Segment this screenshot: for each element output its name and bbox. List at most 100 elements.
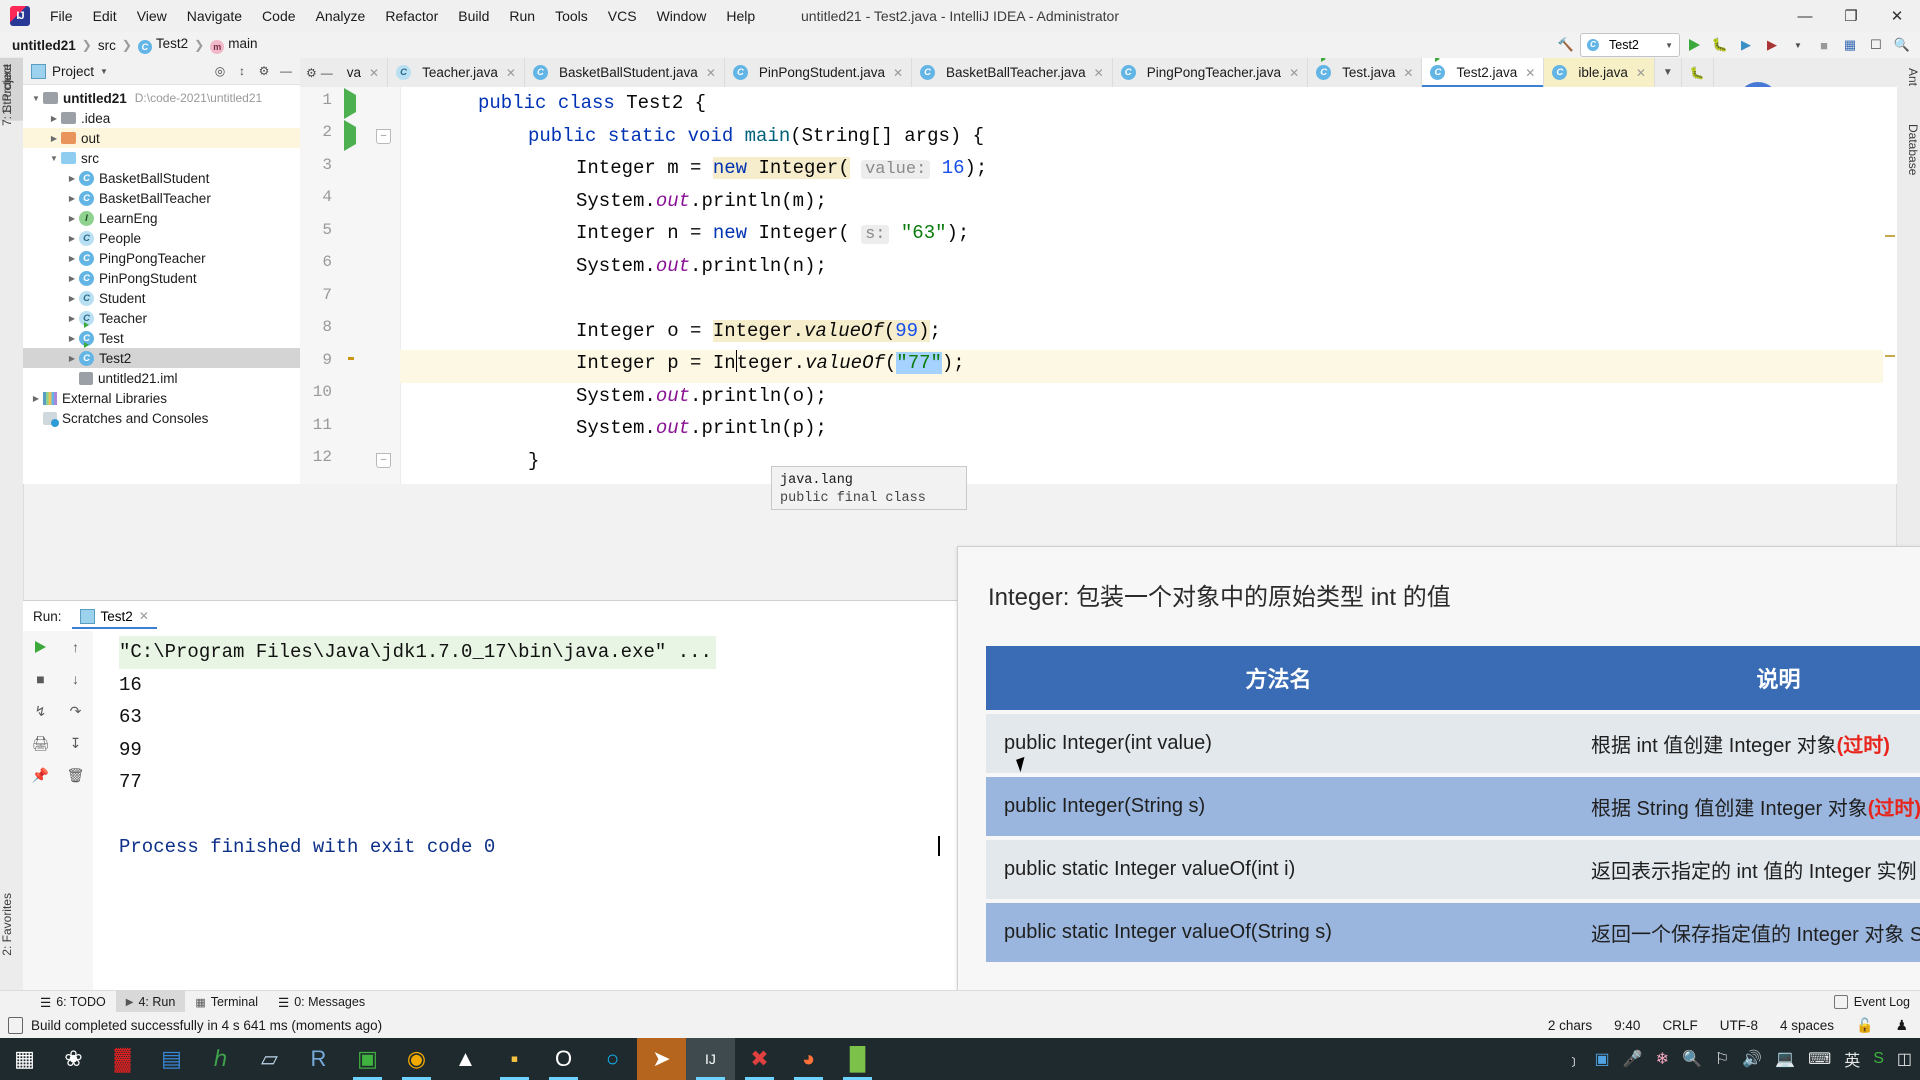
sidebar-tab-favorites[interactable]: 2: Favorites	[0, 887, 23, 962]
menu-tools[interactable]: Tools	[545, 4, 598, 28]
editor-tab-basketballteacher[interactable]: C BasketBallTeacher.java ✕	[912, 58, 1113, 87]
warning-marker[interactable]	[1885, 235, 1895, 237]
debug-icon[interactable]: 🐛	[1708, 34, 1732, 56]
bottom-tab-todo[interactable]: ☰ 6: TODO	[30, 990, 116, 1014]
chevron-down-icon[interactable]: ▼	[100, 67, 108, 76]
scroll-to-end-icon[interactable]: ↧	[58, 727, 93, 759]
chevron-down-icon[interactable]: ▼	[1786, 34, 1810, 56]
menu-analyze[interactable]: Analyze	[306, 4, 376, 28]
status-caret[interactable]: 9:40	[1614, 1018, 1640, 1033]
breadcrumb-class[interactable]: C Test2	[134, 34, 192, 56]
notes-icon[interactable]: ▤	[147, 1038, 196, 1080]
chevron-right-icon[interactable]	[65, 294, 79, 303]
chevron-right-icon[interactable]	[65, 314, 79, 323]
chevron-right-icon[interactable]	[47, 114, 61, 123]
editor-tab-basketballstudent[interactable]: C BasketBallStudent.java ✕	[525, 58, 725, 87]
windows-start-icon[interactable]: ▦	[0, 1038, 49, 1080]
chevron-right-icon[interactable]	[47, 134, 61, 143]
menu-navigate[interactable]: Navigate	[177, 4, 252, 28]
panel-icon[interactable]: ◫	[1897, 1049, 1912, 1069]
tree-item-untitled21[interactable]: untitled21 D:\code-2021\untitled21	[23, 88, 300, 108]
editor-tab-ible[interactable]: C ible.java ✕	[1544, 58, 1655, 87]
tree-item-src[interactable]: src	[23, 148, 300, 168]
menu-code[interactable]: Code	[252, 4, 305, 28]
bird-icon[interactable]: ▲	[441, 1038, 490, 1080]
menu-help[interactable]: Help	[716, 4, 765, 28]
close-icon[interactable]: ✕	[506, 66, 516, 80]
tree-item-pingpongteacher[interactable]: C PingPongTeacher	[23, 248, 300, 268]
outlook-icon[interactable]: O	[539, 1038, 588, 1080]
chevron-down-icon[interactable]	[29, 94, 43, 103]
chevron-down-icon[interactable]	[47, 154, 61, 163]
tree-item-idea[interactable]: .idea	[23, 108, 300, 128]
close-icon[interactable]: ✕	[1525, 66, 1535, 80]
mic-icon[interactable]: 🎤	[1623, 1049, 1643, 1069]
code-editor[interactable]: 1 2 3 4 5 6 7 8 9 10 11 12 – – public cl…	[300, 87, 1897, 484]
editor-tab-teacher[interactable]: C Teacher.java ✕	[388, 58, 525, 87]
hammer-icon[interactable]: 🔨	[1554, 34, 1578, 56]
close-icon[interactable]: ✕	[1094, 66, 1104, 80]
qq-browser-icon[interactable]: ▣	[1595, 1049, 1610, 1069]
bottom-tab-messages[interactable]: ☰ 0: Messages	[268, 990, 375, 1014]
fold-marker[interactable]: –	[376, 453, 391, 468]
menu-run[interactable]: Run	[499, 4, 545, 28]
editor-tab-pingpongteacher[interactable]: C PingPongTeacher.java ✕	[1113, 58, 1309, 87]
chevron-right-icon[interactable]	[65, 194, 79, 203]
hide-icon[interactable]: —	[276, 61, 296, 81]
chevron-right-icon[interactable]	[65, 334, 79, 343]
chrome-icon[interactable]: ◉	[392, 1038, 441, 1080]
close-icon[interactable]: ✕	[706, 66, 716, 80]
rerun-icon[interactable]	[23, 631, 58, 663]
close-icon[interactable]: ✕	[1403, 66, 1413, 80]
rstudio-icon[interactable]: R	[294, 1038, 343, 1080]
editor-tabs-inspections[interactable]: 🐛	[1682, 58, 1714, 87]
editor-tabs-overflow[interactable]: ▼	[1655, 58, 1682, 87]
chevron-right-icon[interactable]	[65, 354, 79, 363]
rerun-failed-icon[interactable]: ↯	[23, 695, 58, 727]
tree-item-people[interactable]: C People	[23, 228, 300, 248]
menu-refactor[interactable]: Refactor	[375, 4, 448, 28]
tree-item-external-libraries[interactable]: External Libraries	[23, 388, 300, 408]
sidebar-tab-ant[interactable]: Ant	[1897, 62, 1920, 92]
tree-item-iml[interactable]: untitled21.iml	[23, 368, 300, 388]
gear-icon[interactable]: ⚙	[306, 66, 317, 80]
menu-build[interactable]: Build	[448, 4, 499, 28]
flag-icon[interactable]: ⚐	[1715, 1049, 1729, 1069]
tree-item-test[interactable]: C Test	[23, 328, 300, 348]
fold-marker[interactable]: –	[376, 129, 391, 144]
network-icon[interactable]: 💻	[1775, 1049, 1795, 1069]
status-indent[interactable]: 4 spaces	[1780, 1018, 1834, 1033]
pin-icon[interactable]: 📌	[23, 759, 58, 791]
tree-item-scratches[interactable]: Scratches and Consoles	[23, 408, 300, 428]
menu-window[interactable]: Window	[647, 4, 717, 28]
menu-edit[interactable]: Edit	[83, 4, 127, 28]
menu-view[interactable]: View	[127, 4, 177, 28]
breadcrumb-method[interactable]: m main	[206, 34, 261, 56]
notepad-icon[interactable]: ▱	[245, 1038, 294, 1080]
inspector-icon[interactable]: ♟	[1895, 1017, 1908, 1034]
firefox-icon[interactable]: ◕	[784, 1038, 833, 1080]
editor-tab-partial[interactable]: va ✕	[339, 58, 389, 87]
chevron-right-icon[interactable]	[65, 174, 79, 183]
volume-icon[interactable]: 🔊	[1742, 1049, 1762, 1069]
run-with-coverage-icon[interactable]: ▶	[1734, 34, 1758, 56]
minimize-button[interactable]: —	[1782, 0, 1828, 32]
flower-icon[interactable]: ❄	[1656, 1049, 1669, 1069]
run-configuration-selector[interactable]: C Test2 ▼	[1580, 33, 1680, 57]
trash-icon[interactable]: 🗑	[58, 759, 93, 791]
status-line-separator[interactable]: CRLF	[1662, 1018, 1697, 1033]
tree-item-learneng[interactable]: I LearnEng	[23, 208, 300, 228]
locate-file-icon[interactable]: ◎	[210, 61, 230, 81]
gear-icon[interactable]: ⚙	[254, 61, 274, 81]
run-line-icon[interactable]	[344, 88, 360, 119]
explorer-icon[interactable]: ▪	[490, 1038, 539, 1080]
editor-tab-test[interactable]: C Test.java ✕	[1308, 58, 1423, 87]
chevron-right-icon[interactable]	[65, 214, 79, 223]
updates-icon[interactable]: ☐	[1864, 34, 1888, 56]
run-icon[interactable]	[1682, 34, 1706, 56]
chevron-right-icon[interactable]	[65, 274, 79, 283]
tree-item-pinpongstudent[interactable]: C PinPongStudent	[23, 268, 300, 288]
editor-marker-bar[interactable]	[1883, 87, 1897, 484]
collapse-all-icon[interactable]: ↕	[232, 61, 252, 81]
bottom-tab-run[interactable]: ▶ 4: Run	[115, 990, 186, 1014]
